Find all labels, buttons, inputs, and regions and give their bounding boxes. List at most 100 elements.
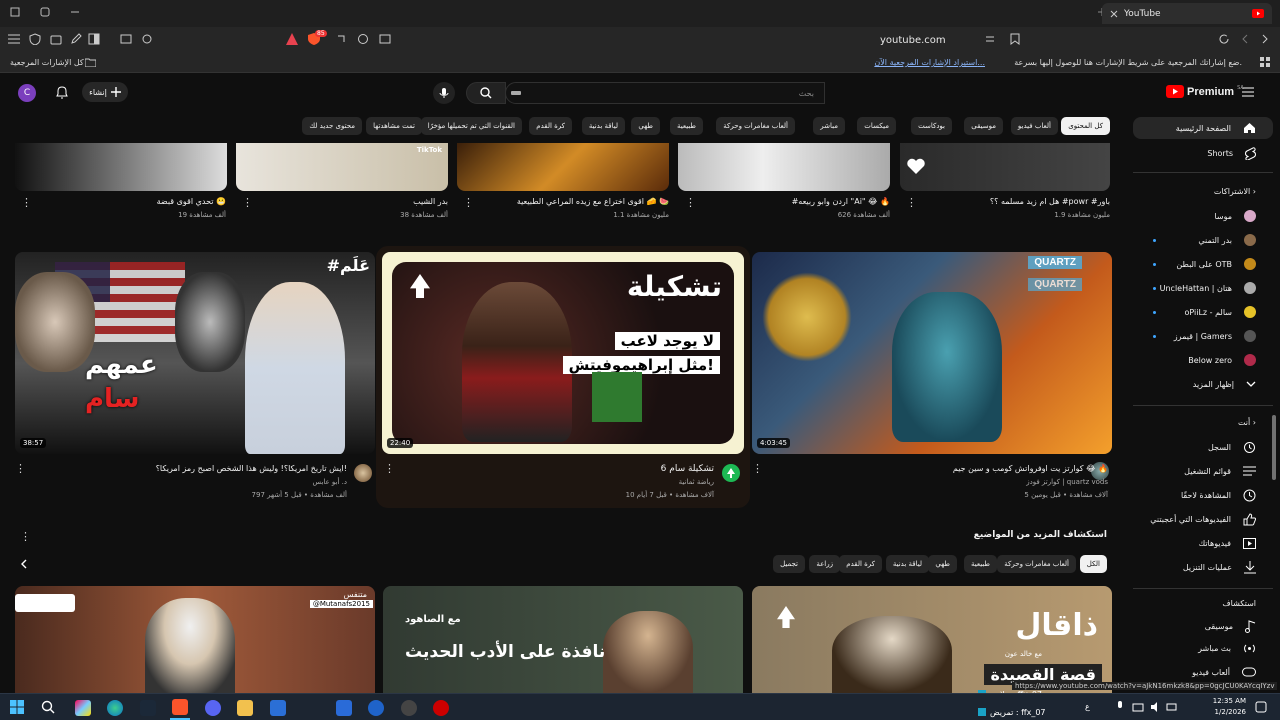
sidebar-item-watch-later[interactable]: المشاهدة لاحقًا [1133,484,1280,506]
create-button[interactable]: إنشاء [82,82,128,102]
sidebar-subscription[interactable]: Below zero [1133,349,1280,371]
import-bookmarks-link[interactable]: استيراد الإشارات المرجعية الآن... [874,58,985,67]
language-indicator[interactable]: ع [1085,702,1090,711]
chip[interactable]: تمت مشاهدتها [366,117,422,135]
all-bookmarks-button[interactable]: كل الإشارات المرجعية [10,58,84,67]
tab-youtube[interactable]: YouTube [1102,3,1272,24]
tab-grid-icon[interactable] [40,7,50,17]
video-thumbnail[interactable]: TikTok [236,143,448,191]
network-icon[interactable] [1132,701,1144,713]
topic-chip[interactable]: كرة القدم [839,555,882,573]
reload-icon[interactable] [1218,33,1230,45]
sidebar-item-history[interactable]: السجل [1133,436,1280,458]
extensions-icon[interactable] [141,33,153,45]
sidebar-item-gaming[interactable]: ألعاب فيديو [1133,661,1280,683]
more-options-icon[interactable]: ⋮ [242,196,253,209]
video-thumbnail[interactable] [457,143,669,191]
show-more-button[interactable]: إظهار المزيد [1133,373,1280,395]
steam-icon[interactable] [140,700,156,716]
topic-chip[interactable]: لياقة بدنية [885,555,929,573]
windows-start-icon[interactable] [10,700,24,714]
chip[interactable]: طهي [631,117,660,135]
wallet-icon[interactable] [50,33,62,45]
video-thumbnail[interactable]: تشكيلة لا يوجد لاعب مثل إبراهيموفيتش! 22… [382,252,744,454]
cast-icon[interactable] [379,33,391,45]
restore-window-icon[interactable] [10,7,20,17]
topic-chip[interactable]: ألعاب مغامرات وحركة [997,555,1076,573]
notification-toast[interactable]: تمريض : ffx_07 [978,706,1078,718]
sidebar-subscription[interactable]: UncleHattan | هتان [1133,277,1280,299]
chip[interactable]: بودكاست [911,117,952,135]
video-title[interactable]: اقوى اختراع مع زيده المراعي الطبيعية 🧀 🍉 [517,197,669,206]
chip[interactable]: موسيقى [964,117,1003,135]
video-thumbnail[interactable]: #عَلَم عمهم سام 38:57 [15,252,375,454]
sidebar-item-live[interactable]: بث مباشر [1133,637,1280,659]
chip[interactable]: مباشر [813,117,845,135]
close-tab-icon[interactable] [1110,10,1118,18]
sidebar-item-home[interactable]: الصفحة الرئيسية [1133,117,1273,139]
chip[interactable]: كرة القدم [529,117,572,135]
sidebar-toggle-icon[interactable] [88,33,100,45]
chat-icon[interactable] [357,33,369,45]
microphone-icon[interactable] [1116,701,1124,713]
keyboard-icon[interactable] [511,91,521,95]
chip[interactable]: محتوى جديد لك [302,117,362,135]
sidebar-subscription[interactable]: على البطن OTB [1133,253,1280,275]
bookmark-icon[interactable] [1010,33,1020,45]
video-thumbnail[interactable]: نافذة على الأدب الحديث مع الصاهود [383,586,743,693]
channel-name[interactable]: كوارتز فودز | quartz vods [1026,478,1108,486]
video-title[interactable]: #اردن وابو ربيعه "Ai" 😂 🔥 [792,197,890,206]
sidebar-subscription[interactable]: oPiiLz - سالم [1133,301,1280,323]
app-icon[interactable] [336,700,352,716]
video-title[interactable]: تحدي اقوى قبضة 😬 [157,197,226,206]
video-thumbnail[interactable]: QUARTZ QUARTZ 4:03:45 [752,252,1112,454]
chip[interactable]: لياقة بدنية [581,117,625,135]
notifications-bell-icon[interactable] [56,86,68,99]
store-icon[interactable] [270,700,286,716]
more-options-icon[interactable]: ⋮ [15,462,26,475]
chip[interactable]: ألعاب مغامرات وحركة [716,117,795,135]
reload-back-icon[interactable] [335,33,347,45]
chip-all[interactable]: كل المحتوى [1061,117,1110,135]
address-bar[interactable]: youtube.com [880,31,1000,49]
edge-browser-icon[interactable] [107,700,123,716]
sidebar-item-shorts[interactable]: Shorts [1133,142,1280,164]
search-icon[interactable] [41,700,55,714]
apps-grid-icon[interactable] [1260,57,1270,67]
chip[interactable]: طبيعية [669,117,703,135]
video-thumbnail[interactable]: ذاقال مع خالد عون قصة القصيدة [752,586,1112,693]
sidebar-item-your-videos[interactable]: فيديوهاتك [1133,532,1280,554]
topic-chip[interactable]: طهي [928,555,957,573]
more-options-icon[interactable]: ⋮ [20,530,31,543]
more-options-icon[interactable]: ⋮ [752,462,763,475]
discord-icon[interactable] [205,700,221,716]
chip[interactable]: ميكسات [857,117,896,135]
channel-avatar[interactable] [354,464,372,482]
sidebar-subscription[interactable]: بدر التمني [1133,229,1280,251]
site-settings-icon[interactable] [984,33,996,45]
clock-time[interactable]: 12:35 AM [1206,697,1246,705]
video-thumbnail[interactable] [15,143,227,191]
sidebar-item-downloads[interactable]: عمليات التنزيل [1133,556,1280,578]
minimize-icon[interactable] [70,7,80,17]
battery-icon[interactable] [1166,701,1178,713]
back-icon[interactable] [1260,33,1270,45]
video-title[interactable]: ايش تاريخ امريكا؟! وليش هذا الشخص اصبح ر… [156,464,347,473]
video-thumbnail[interactable]: متنفس @Mutanafs2015 [15,586,375,693]
topic-chip-all[interactable]: الكل [1079,555,1107,573]
sidebar-subscription[interactable]: قيمرز | Gamers [1133,325,1280,347]
page-scrollbar[interactable] [1272,415,1276,480]
more-options-icon[interactable]: ⋮ [21,196,32,209]
volume-icon[interactable] [1150,701,1162,713]
sidebar-item-music[interactable]: موسيقى [1133,615,1280,637]
video-thumbnail[interactable] [900,143,1110,191]
subscriptions-heading[interactable]: الاشتراكات › [1214,187,1256,196]
shield-icon[interactable] [29,33,41,45]
video-title[interactable]: كوارتز يت اوفرواتش كومب و سين جيم 😂 🔥 [953,464,1108,473]
more-options-icon[interactable]: ⋮ [685,196,696,209]
sidebar-subscription[interactable]: موسا [1133,205,1280,227]
notification-center-icon[interactable] [1255,701,1267,713]
copilot-icon[interactable] [75,700,91,716]
obs-icon[interactable] [433,700,449,716]
file-explorer-icon[interactable] [237,700,253,716]
